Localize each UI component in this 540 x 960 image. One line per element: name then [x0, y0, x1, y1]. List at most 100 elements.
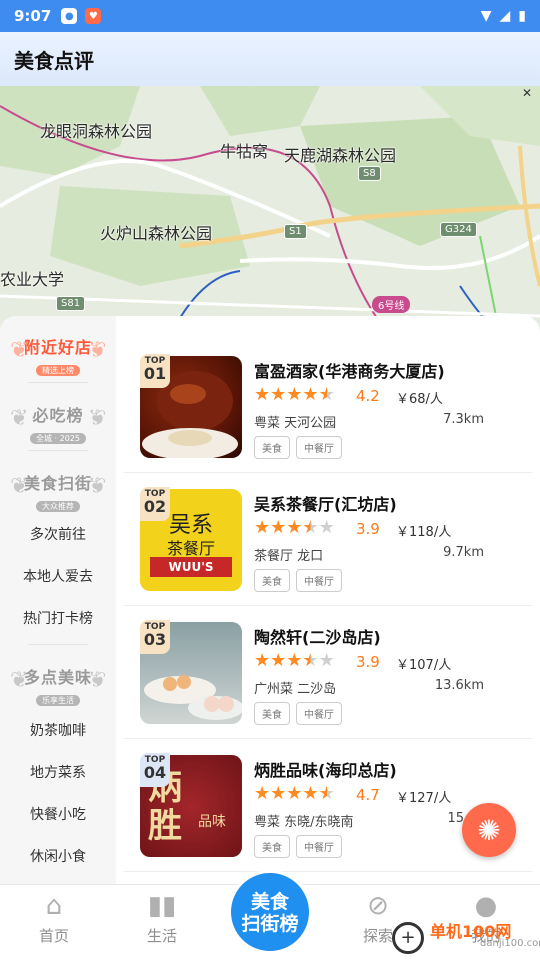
star-icon: ★ — [302, 650, 319, 671]
nav-home[interactable]: ⌂ 首页 — [14, 891, 94, 946]
distance: 7.3km — [443, 412, 484, 427]
laurel-icon: ❦ — [10, 668, 29, 693]
watermark-sub: danji100.com — [480, 938, 540, 949]
center-line1: 美食 — [250, 891, 289, 913]
rank-number: 04 — [143, 763, 167, 782]
logo-text: 品味 — [198, 814, 226, 830]
badge-subtitle: 全城 · 2025 — [30, 433, 86, 444]
area: 东晓/东晓南 — [284, 815, 354, 830]
price-per-person: ￥118/人 — [396, 525, 452, 540]
restaurant-card[interactable]: TOP 04 炳胜 品味 炳胜品味(海印总店) ★★★★★ 4.7 ￥127/人… — [124, 739, 532, 872]
wheel-icon: ✺ — [477, 813, 501, 847]
explore-icon: ⊘ — [367, 891, 389, 921]
star-icon: ★ — [270, 384, 287, 405]
cuisine-area: 广州菜 二沙岛 — [254, 678, 336, 697]
status-time: 9:07 — [14, 7, 52, 25]
star-icon: ★ — [302, 384, 319, 405]
laurel-icon: ❦ — [87, 406, 106, 431]
restaurant-name[interactable]: 吴系茶餐厅(汇坊店) — [254, 491, 397, 515]
price-per-person: ￥107/人 — [396, 658, 452, 673]
sidebar-item-regional[interactable]: 地方菜系 — [0, 762, 116, 782]
tag: 美食 — [254, 436, 290, 459]
app-icon-b: ♥ — [85, 8, 102, 24]
nav-life[interactable]: ▮▮ 生活 — [122, 891, 202, 946]
tag: 美食 — [254, 569, 290, 592]
sidebar-item-fast-food[interactable]: 快餐小吃 — [0, 804, 116, 824]
map-view[interactable]: 龙眼洞森林公园 牛牯窝 天鹿湖森林公园 火炉山森林公园 农业大学 S8 S1 S… — [0, 86, 540, 336]
map-label-niuguwo: 牛牯窝 — [220, 142, 269, 161]
app-icon-a: ● — [61, 8, 78, 24]
page-title: 美食点评 — [14, 48, 94, 73]
laurel-icon: ❦ — [87, 338, 106, 363]
road-shield-s8: S8 — [358, 166, 381, 181]
tag: 中餐厅 — [296, 569, 342, 592]
map-corner-icon[interactable]: ✕ — [522, 86, 532, 100]
nav-label: 生活 — [146, 927, 177, 945]
watermark-logo-icon: + — [392, 922, 424, 954]
star-icon: ★ — [270, 517, 287, 538]
nav-label: 首页 — [38, 927, 69, 945]
divider — [28, 382, 88, 383]
sidebar-item-frequent[interactable]: 多次前往 — [0, 524, 116, 544]
divider — [28, 644, 88, 645]
rating-score: 3.9 — [356, 653, 380, 671]
cuisine: 粤菜 — [254, 815, 281, 830]
star-icon: ★ — [254, 384, 271, 405]
restaurant-card[interactable]: TOP 01 富盈酒家(华港商务大厦店) ★★★★★ 4.2 ￥68/人 粤菜 … — [124, 340, 532, 473]
watermark: 单机100网 danji100.com — [430, 918, 540, 949]
restaurant-name[interactable]: 陶然轩(二沙岛店) — [254, 624, 381, 648]
rating-score: 4.7 — [356, 786, 380, 804]
rank-tag: TOP 04 — [140, 753, 170, 787]
sidebar-item-checkin[interactable]: 热门打卡榜 — [0, 608, 116, 628]
content-panel: ❦ ❦ 附近好店 精选上榜 ❦ ❦ 必吃榜 全城 · 2025 ❦ ❦ 美食扫街… — [0, 316, 540, 884]
restaurant-card[interactable]: TOP 03 陶然轩(二沙岛店) ★★★★★ 3.9 ￥107/人 广州菜 二沙… — [124, 606, 532, 739]
street-food-ranking-button[interactable]: 美食 扫街榜 — [228, 870, 312, 954]
sidebar-item-milk-tea[interactable]: 奶茶咖啡 — [0, 720, 116, 740]
cuisine-area: 粤菜 东晓/东晓南 — [254, 811, 354, 830]
signal-icon: ◢ — [499, 8, 511, 24]
sidebar-badge-must-eat[interactable]: ❦ ❦ 必吃榜 全城 · 2025 — [8, 402, 108, 445]
rank-tag: TOP 02 — [140, 487, 170, 521]
wifi-icon: ▼ — [480, 8, 492, 24]
map-label-university: 农业大学 — [0, 270, 65, 289]
star-icon: ★ — [286, 384, 303, 405]
area: 二沙岛 — [297, 682, 337, 697]
rank-tag: TOP 03 — [140, 620, 170, 654]
restaurant-name[interactable]: 富盈酒家(华港商务大厦店) — [254, 358, 445, 382]
cuisine-area: 茶餐厅 龙口 — [254, 545, 323, 564]
restaurant-name[interactable]: 炳胜品味(海印总店) — [254, 757, 397, 781]
cuisine: 茶餐厅 — [254, 549, 294, 564]
star-icon: ★ — [270, 650, 287, 671]
distance: 13.6km — [434, 678, 484, 693]
divider — [28, 450, 88, 451]
sidebar-badge-street-food[interactable]: ❦ ❦ 美食扫街 大众推荐 — [8, 470, 108, 513]
tag: 中餐厅 — [296, 835, 342, 858]
lucky-wheel-button[interactable]: ✺ — [462, 803, 516, 857]
cuisine: 粤菜 — [254, 416, 281, 431]
star-icon: ★ — [318, 517, 335, 538]
cuisine-area: 粤菜 天河公园 — [254, 412, 336, 431]
rank-number: 02 — [143, 497, 167, 516]
logo-text: 茶餐厅 — [166, 539, 215, 558]
star-icon: ★ — [286, 650, 303, 671]
star-icon: ★ — [254, 783, 271, 804]
star-icon: ★ — [302, 517, 319, 538]
star-icon: ★ — [318, 783, 335, 804]
laurel-icon: ❦ — [87, 668, 106, 693]
area: 龙口 — [297, 549, 324, 564]
battery-icon: ▮ — [518, 8, 526, 24]
road-shield-g324: G324 — [440, 222, 477, 237]
star-icon: ★ — [254, 517, 271, 538]
metro-line-label: 6号线 — [372, 296, 411, 313]
sidebar-badge-more-taste[interactable]: ❦ ❦ 多点美味 乐享生活 — [8, 664, 108, 707]
sidebar-item-snacks[interactable]: 休闲小食 — [0, 846, 116, 866]
rating-score: 4.2 — [356, 387, 380, 405]
star-rating: ★★★★★ — [254, 783, 335, 804]
tag: 中餐厅 — [296, 702, 342, 725]
road-shield-s81: S81 — [56, 296, 86, 311]
sidebar-badge-nearby[interactable]: ❦ ❦ 附近好店 精选上榜 — [8, 334, 108, 377]
price-per-person: ￥127/人 — [396, 791, 452, 806]
sidebar-item-local-favorite[interactable]: 本地人爱去 — [0, 566, 116, 586]
star-icon: ★ — [286, 517, 303, 538]
restaurant-card[interactable]: TOP 02 吴系 茶餐厅 WUU'S 吴系茶餐厅(汇坊店) ★★★★★ 3.9… — [124, 473, 532, 606]
